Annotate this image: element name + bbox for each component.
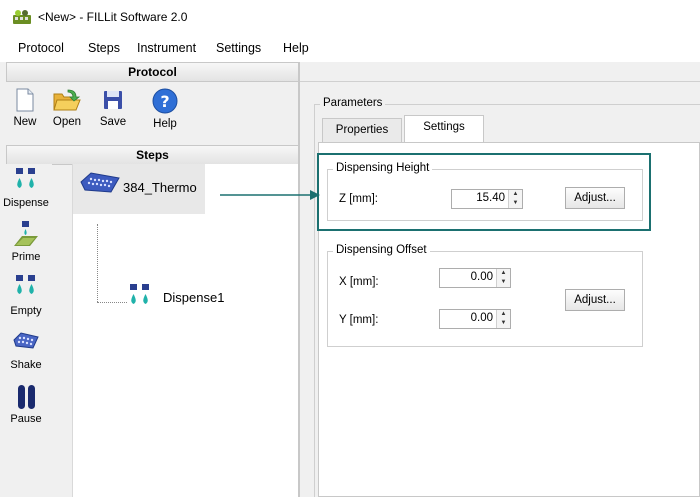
empty-icon (16, 275, 35, 294)
right-panel-header (300, 62, 700, 82)
palette-pause-label: Pause (10, 413, 42, 425)
palette-pause[interactable]: Pause (0, 382, 56, 425)
tree-node-dispense1-label: Dispense1 (163, 290, 225, 305)
menu-help[interactable]: Help (283, 41, 309, 55)
open-label: Open (52, 116, 82, 128)
menu-bar: Protocol Steps Instrument Settings Help (0, 34, 700, 62)
left-panel: Protocol New Open Save ? Help Steps Disp… (0, 62, 300, 497)
spin-up-icon[interactable]: ▲ (497, 269, 510, 278)
menu-instrument[interactable]: Instrument (137, 41, 196, 55)
svg-text:?: ? (160, 92, 169, 111)
tree-node-plate-label: 384_Thermo (123, 180, 197, 195)
tree-node-plate[interactable]: 384_Thermo (73, 164, 205, 214)
tab-settings[interactable]: Settings (404, 115, 484, 142)
x-label: X [mm]: (339, 276, 379, 288)
y-spinner[interactable]: 0.00 ▲ ▼ (439, 309, 511, 329)
z-spinner[interactable]: 15.40 ▲ ▼ (451, 189, 523, 209)
palette-shake[interactable]: Shake (0, 328, 56, 371)
z-value: 15.40 (476, 192, 505, 204)
spin-down-icon[interactable]: ▼ (497, 319, 510, 328)
settings-tab-page: Dispensing Height Z [mm]: 15.40 ▲ ▼ Adju… (317, 142, 700, 497)
protocol-header: Protocol (6, 62, 299, 82)
adjust-height-button[interactable]: Adjust... (565, 187, 625, 209)
menu-settings[interactable]: Settings (216, 41, 261, 55)
menu-protocol[interactable]: Protocol (18, 41, 64, 55)
new-label: New (13, 116, 37, 128)
new-document-icon (16, 88, 34, 112)
steps-palette: Dispense Prime Empty Shake Pause (0, 164, 52, 497)
tree-connector (97, 224, 98, 302)
save-button[interactable]: Save (92, 88, 134, 136)
save-floppy-icon (104, 91, 122, 109)
palette-dispense[interactable]: Dispense (0, 166, 56, 209)
open-folder-icon (53, 89, 81, 111)
new-button[interactable]: New (4, 88, 46, 136)
y-spinner-buttons[interactable]: ▲ ▼ (496, 310, 510, 328)
y-value: 0.00 (470, 312, 493, 324)
dispense-icon (130, 284, 149, 304)
x-spinner-buttons[interactable]: ▲ ▼ (496, 269, 510, 287)
dispense-icon (16, 168, 35, 188)
tab-properties[interactable]: Properties (322, 118, 402, 142)
palette-empty[interactable]: Empty (0, 274, 56, 317)
parameters-legend: Parameters (320, 97, 386, 109)
tree-node-dispense1[interactable]: Dispense1 (123, 280, 233, 316)
help-icon: ? (152, 88, 178, 114)
palette-prime-label: Prime (11, 251, 41, 263)
spin-up-icon[interactable]: ▲ (497, 310, 510, 319)
open-button[interactable]: Open (46, 88, 88, 136)
spin-down-icon[interactable]: ▼ (509, 199, 522, 208)
pause-icon (18, 385, 35, 409)
z-spinner-buttons[interactable]: ▲ ▼ (508, 190, 522, 208)
palette-shake-label: Shake (10, 359, 42, 371)
adjust-offset-button[interactable]: Adjust... (565, 289, 625, 311)
z-label: Z [mm]: (339, 193, 378, 205)
x-value: 0.00 (470, 271, 493, 283)
protocol-tree: 384_Thermo Dispense1 (72, 164, 300, 497)
app-icon (13, 10, 31, 24)
spin-up-icon[interactable]: ▲ (509, 190, 522, 199)
spin-down-icon[interactable]: ▼ (497, 278, 510, 287)
palette-prime[interactable]: Prime (0, 220, 56, 263)
title-bar: <New> - FILLit Software 2.0 (0, 0, 700, 34)
annotation-arrow-icon (220, 190, 320, 200)
prime-icon (14, 221, 38, 246)
plate-icon (80, 172, 120, 193)
x-spinner[interactable]: 0.00 ▲ ▼ (439, 268, 511, 288)
dispensing-offset-legend: Dispensing Offset (333, 244, 430, 256)
palette-empty-label: Empty (10, 305, 42, 317)
palette-dispense-label: Dispense (3, 197, 49, 209)
y-label: Y [mm]: (339, 314, 379, 326)
steps-header: Steps (6, 145, 299, 165)
window-title: <New> - FILLit Software 2.0 (38, 10, 188, 24)
save-label: Save (99, 116, 127, 128)
shake-icon (13, 332, 39, 349)
menu-steps[interactable]: Steps (88, 41, 120, 55)
dispensing-height-legend: Dispensing Height (333, 162, 433, 174)
help-button[interactable]: ? Help (144, 88, 186, 136)
right-panel: Parameters Properties Settings Dispensin… (300, 62, 700, 497)
help-label: Help (153, 118, 177, 130)
